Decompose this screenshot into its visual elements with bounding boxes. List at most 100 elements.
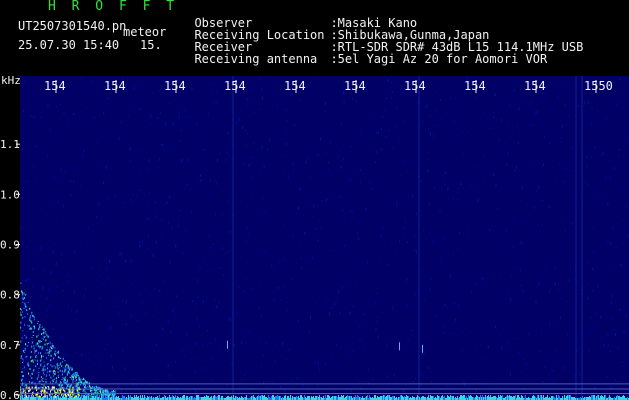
noise-speck xyxy=(155,215,157,218)
burst-speck xyxy=(95,390,97,391)
noise-speck xyxy=(73,113,75,116)
burst-hot xyxy=(24,389,26,392)
noise-speck xyxy=(287,175,289,179)
noise-speck xyxy=(436,291,438,294)
noise-speck xyxy=(414,234,415,237)
noise-speck xyxy=(492,127,494,129)
noise-speck xyxy=(391,80,393,83)
burst-speck xyxy=(53,372,55,374)
noise-speck xyxy=(179,196,181,198)
noise-speck xyxy=(612,228,614,231)
noise-speck xyxy=(459,232,460,234)
noise-speck xyxy=(588,351,590,353)
noise-speck xyxy=(179,139,181,142)
noise-speck xyxy=(138,108,140,110)
noise-floor xyxy=(597,395,598,400)
noise-speck xyxy=(452,197,454,199)
noise-floor xyxy=(219,395,220,400)
noise-floor xyxy=(380,396,381,400)
noise-speck xyxy=(463,367,465,369)
noise-speck xyxy=(238,206,240,209)
noise-speck xyxy=(396,380,398,383)
noise-speck xyxy=(338,290,340,294)
noise-speck xyxy=(251,177,253,181)
burst-speck xyxy=(32,380,34,383)
burst-speck xyxy=(29,307,31,310)
noise-speck xyxy=(72,370,74,372)
noise-speck xyxy=(214,299,216,302)
burst-speck xyxy=(37,321,39,322)
noise-speck xyxy=(331,306,333,310)
noise-speck xyxy=(391,240,393,244)
noise-floor xyxy=(96,396,97,400)
burst-speck xyxy=(72,379,74,382)
burst-speck xyxy=(33,347,35,350)
noise-speck xyxy=(564,84,566,87)
noise-floor xyxy=(122,395,123,400)
noise-speck xyxy=(482,233,484,235)
noise-floor xyxy=(448,396,449,400)
noise-speck xyxy=(280,385,282,389)
noise-speck xyxy=(537,185,539,189)
noise-speck xyxy=(296,376,298,380)
noise-speck xyxy=(258,337,260,339)
noise-speck xyxy=(213,321,215,323)
noise-speck xyxy=(607,202,609,206)
noise-speck xyxy=(62,204,64,208)
burst-speck xyxy=(28,325,30,327)
noise-speck xyxy=(564,103,566,107)
noise-speck xyxy=(483,277,485,280)
noise-speck xyxy=(553,370,555,372)
noise-speck xyxy=(592,271,594,274)
noise-floor xyxy=(65,396,66,400)
datetime: 25.07.30 15:40 xyxy=(18,38,120,52)
noise-floor xyxy=(347,395,348,400)
noise-speck xyxy=(23,250,25,253)
vertical-streak xyxy=(232,76,234,400)
burst-speck xyxy=(62,367,64,369)
noise-speck xyxy=(548,205,550,208)
burst-speck xyxy=(88,393,90,395)
burst-speck xyxy=(31,372,33,375)
noise-speck xyxy=(602,373,604,376)
noise-speck xyxy=(238,286,240,288)
noise-speck xyxy=(207,84,209,85)
noise-speck xyxy=(423,207,425,209)
noise-speck xyxy=(153,287,155,291)
noise-speck xyxy=(247,132,249,135)
y-axis-label: kHz xyxy=(1,76,21,87)
noise-speck xyxy=(22,81,24,83)
burst-speck xyxy=(31,313,33,315)
noise-speck xyxy=(274,360,276,364)
noise-speck xyxy=(35,371,37,375)
noise-speck xyxy=(309,331,310,334)
noise-speck xyxy=(493,274,495,276)
noise-speck xyxy=(467,250,469,252)
noise-floor xyxy=(348,396,349,400)
value-label: 15. xyxy=(140,38,162,52)
burst-speck xyxy=(27,312,29,315)
noise-speck xyxy=(35,179,37,183)
noise-speck xyxy=(520,284,521,286)
noise-floor xyxy=(357,395,358,400)
burst-speck xyxy=(34,326,35,328)
noise-speck xyxy=(40,116,41,118)
noise-speck xyxy=(152,253,154,257)
burst-speck xyxy=(36,359,38,362)
noise-speck xyxy=(449,274,451,278)
noise-speck xyxy=(457,247,459,251)
burst-speck xyxy=(45,339,47,342)
noise-speck xyxy=(219,301,221,303)
noise-speck xyxy=(216,90,218,93)
noise-speck xyxy=(372,384,374,388)
noise-speck xyxy=(329,348,331,350)
noise-speck xyxy=(262,354,264,357)
noise-floor xyxy=(562,396,563,400)
noise-speck xyxy=(342,286,344,289)
noise-speck xyxy=(301,266,303,269)
noise-speck xyxy=(227,250,229,253)
noise-floor xyxy=(569,395,570,400)
noise-speck xyxy=(179,317,181,319)
noise-speck xyxy=(312,346,314,348)
noise-speck xyxy=(430,371,432,373)
